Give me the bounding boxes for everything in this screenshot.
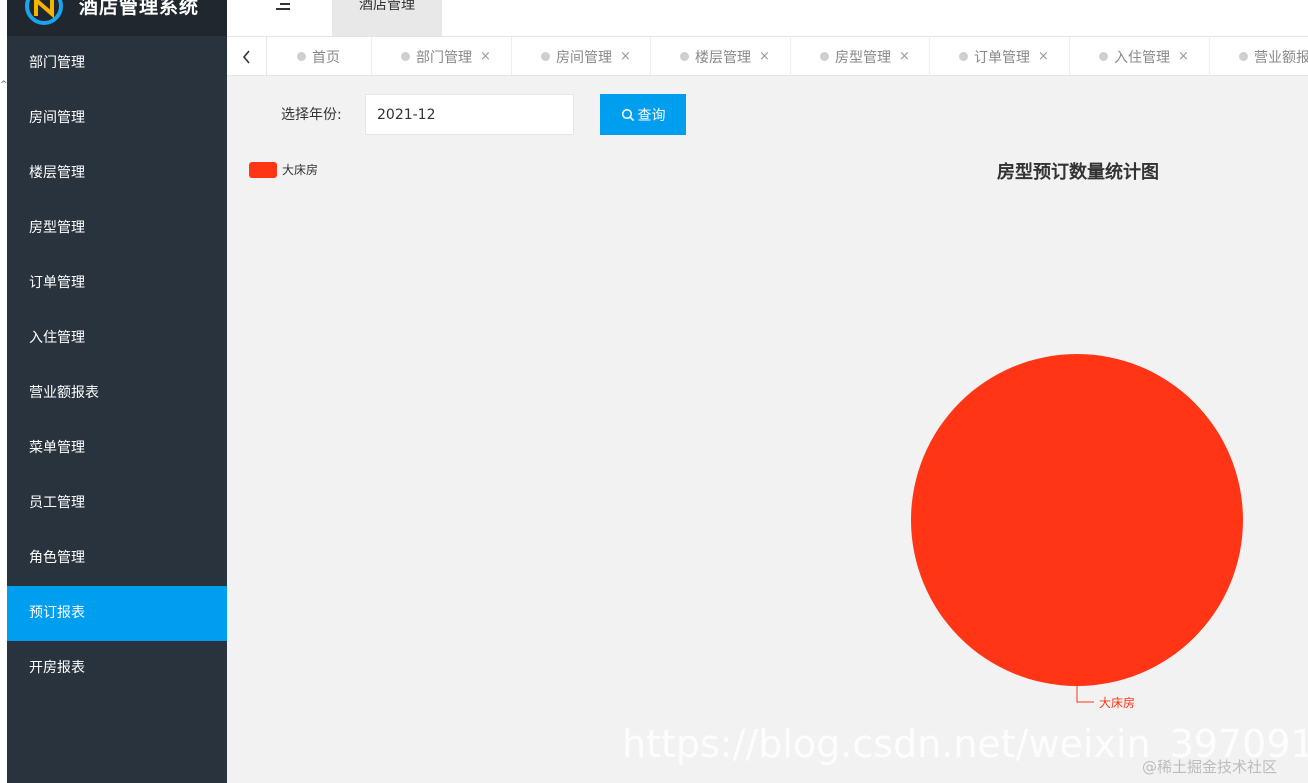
tab-label: 房间管理 <box>556 49 612 66</box>
sidebar-item-0[interactable]: 部门管理 <box>7 36 227 91</box>
close-icon[interactable]: × <box>1038 49 1049 64</box>
sidebar-item-9[interactable]: 角色管理 <box>7 531 227 586</box>
app-title: 酒店管理系统 <box>79 0 200 18</box>
tab-label: 首页 <box>312 49 340 66</box>
search-icon <box>621 108 634 121</box>
close-icon[interactable]: × <box>620 49 631 64</box>
tab-label: 入住管理 <box>1114 49 1170 66</box>
sidebar-item-10[interactable]: 预订报表 <box>7 586 227 641</box>
tab-0[interactable]: 首页 <box>268 37 372 75</box>
close-icon[interactable]: × <box>899 49 910 64</box>
tab-dot-icon <box>1239 52 1248 61</box>
year-filter-label: 选择年份: <box>281 107 342 123</box>
pie-label-line <box>1076 686 1094 703</box>
tab-prev-button[interactable] <box>227 37 267 75</box>
sidebar-item-1[interactable]: 房间管理 <box>7 91 227 146</box>
sidebar-item-8[interactable]: 员工管理 <box>7 476 227 531</box>
tab-dot-icon <box>541 52 550 61</box>
pie-slice-0[interactable] <box>911 354 1243 686</box>
sidebar-item-2[interactable]: 楼层管理 <box>7 146 227 201</box>
tab-dot-icon <box>959 52 968 61</box>
query-button-label: 查询 <box>637 107 666 124</box>
sidebar-item-7[interactable]: 菜单管理 <box>7 421 227 476</box>
tab-dot-icon <box>1099 52 1108 61</box>
sidebar-item-6[interactable]: 营业额报表 <box>7 366 227 421</box>
logo-icon <box>25 0 63 25</box>
tab-2[interactable]: 房间管理 × <box>512 37 651 75</box>
tab-3[interactable]: 楼层管理 × <box>651 37 791 75</box>
tab-dot-icon <box>680 52 689 61</box>
sidebar: 酒店管理系统 部门管理 房间管理 楼层管理 房型管理 订单管理 入住管理 营业额报表 菜单管理… <box>7 0 227 783</box>
juejin-watermark: @稀土掘金技术社区 <box>1142 758 1278 776</box>
menu-toggle-icon[interactable] <box>274 0 294 14</box>
sidebar-item-4[interactable]: 订单管理 <box>7 256 227 311</box>
query-button[interactable]: 查询 <box>600 94 686 135</box>
top-tab-hotel[interactable]: 酒店管理 <box>332 0 442 36</box>
logo-bar: 酒店管理系统 <box>7 0 227 36</box>
tab-label: 营业额报 <box>1254 49 1308 66</box>
year-input[interactable] <box>365 94 574 135</box>
pie-slice-label: 大床房 <box>1099 695 1135 710</box>
tab-label: 房型管理 <box>835 49 891 66</box>
tab-1[interactable]: 部门管理 × <box>372 37 512 75</box>
pie-chart: 大床房 <box>911 354 1243 710</box>
tab-label: 楼层管理 <box>695 49 751 66</box>
tab-dot-icon <box>401 52 410 61</box>
tabs-bar: 首页 部门管理 × 房间管理 × 楼层管理 × 房型管理 × 订单管理 × 入住管理 × 营业额报 <box>227 37 1308 76</box>
top-header: 酒店管理 <box>227 0 1308 37</box>
tab-7[interactable]: 营业额报 <box>1210 37 1308 75</box>
tab-5[interactable]: 订单管理 × <box>930 37 1070 75</box>
tab-dot-icon <box>297 52 306 61</box>
top-tab-label: 酒店管理 <box>359 0 415 13</box>
tab-6[interactable]: 入住管理 × <box>1070 37 1210 75</box>
chevron-left-icon <box>242 49 250 64</box>
tab-4[interactable]: 房型管理 × <box>791 37 930 75</box>
close-icon[interactable]: × <box>480 49 491 64</box>
close-icon[interactable]: × <box>759 49 770 64</box>
tab-dot-icon <box>820 52 829 61</box>
tab-label: 部门管理 <box>416 49 472 66</box>
sidebar-menu: 部门管理 房间管理 楼层管理 房型管理 订单管理 入住管理 营业额报表 菜单管理 员工管理 角色管… <box>7 36 227 696</box>
close-icon[interactable]: × <box>1178 49 1189 64</box>
sidebar-item-5[interactable]: 入住管理 <box>7 311 227 366</box>
sidebar-item-3[interactable]: 房型管理 <box>7 201 227 256</box>
tab-label: 订单管理 <box>974 49 1030 66</box>
left-edge-strip: ^ <box>0 0 8 783</box>
sidebar-item-11[interactable]: 开房报表 <box>7 641 227 696</box>
